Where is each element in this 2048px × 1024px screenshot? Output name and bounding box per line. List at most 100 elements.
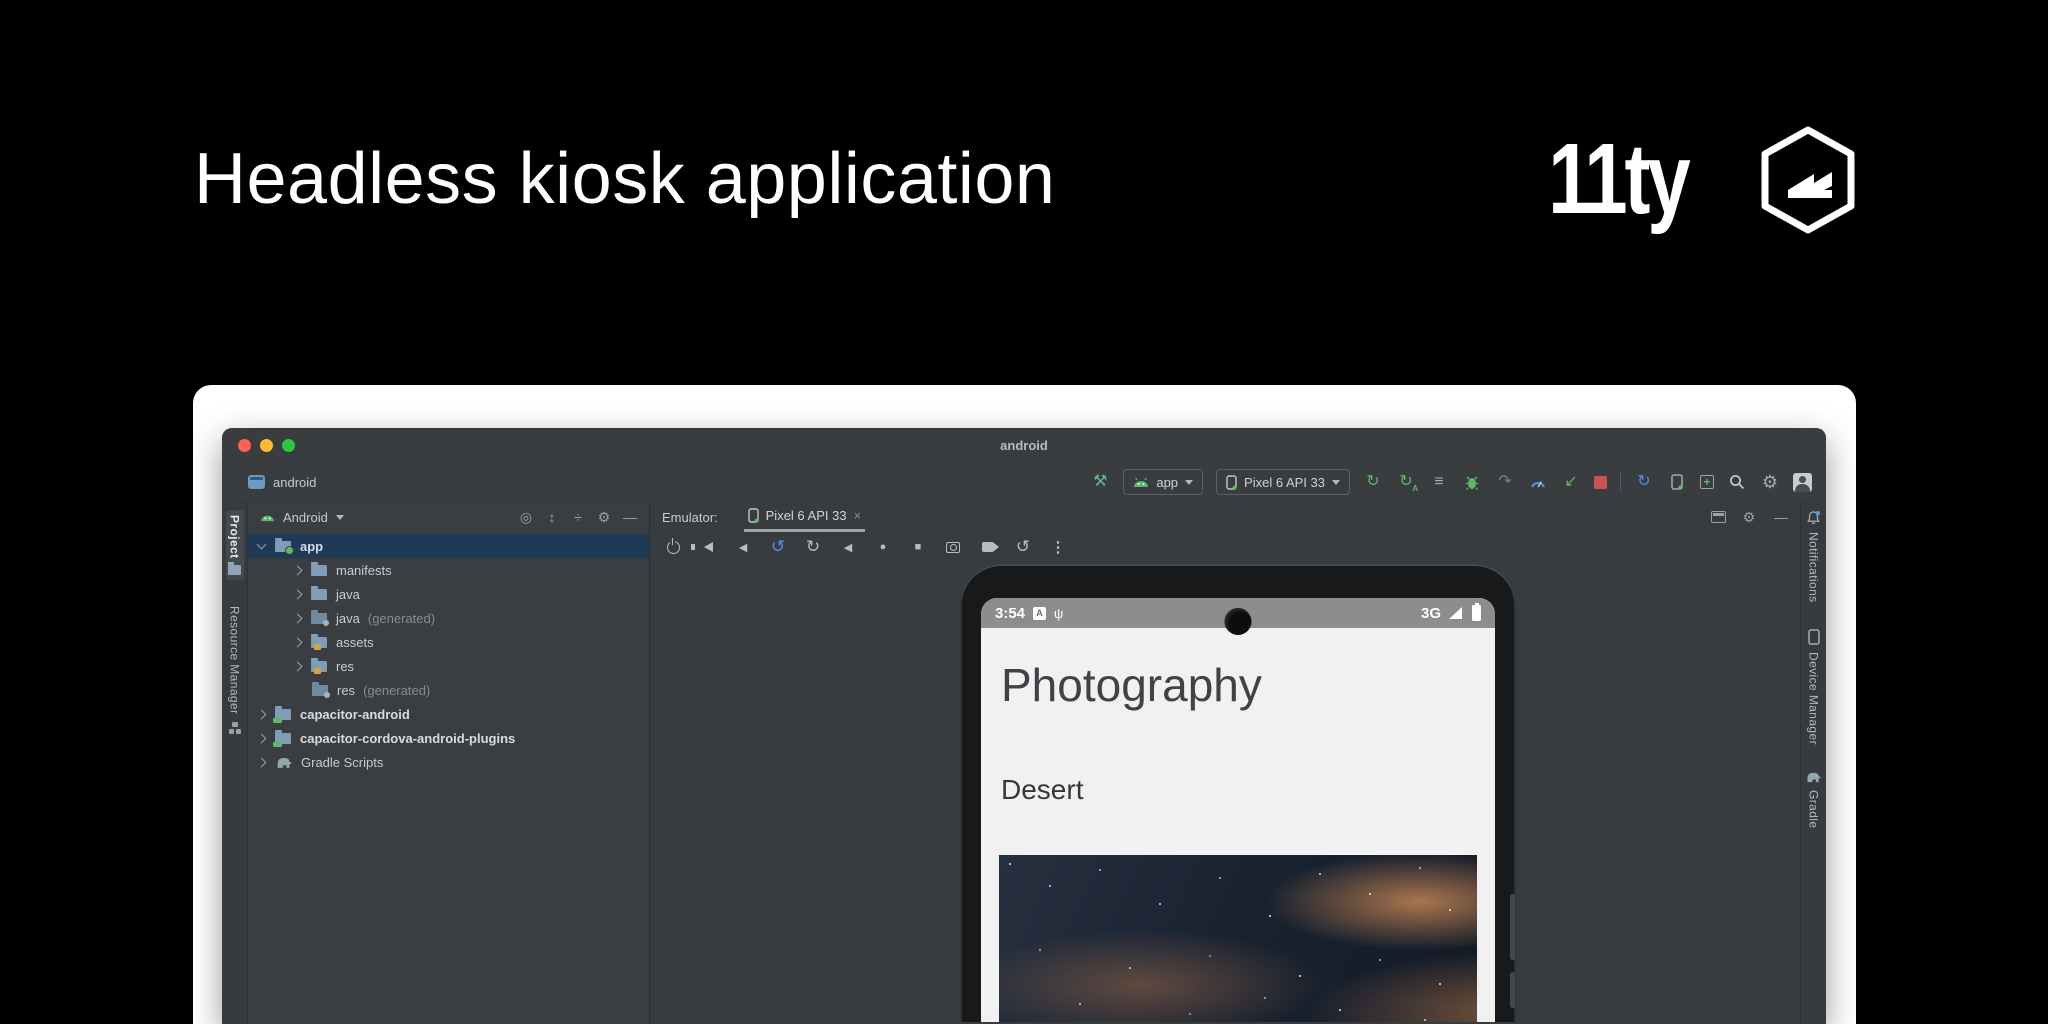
emulator-toolbar: ◄ ↺ ↻ ◀ ● ■ ↺ ⋮ [650,532,1800,562]
desert-night-sky-photo [999,855,1477,1022]
screenshot-icon[interactable] [944,538,962,556]
sync-project-icon[interactable]: ↻ [1634,472,1654,492]
chevron-right-icon[interactable] [293,565,303,575]
rotate-right-icon[interactable]: ↻ [804,538,822,556]
tool-button-device-manager[interactable]: Device Manager [1807,629,1821,745]
sdk-manager-icon[interactable]: + [1700,475,1714,489]
chevron-right-icon[interactable] [257,709,267,719]
chevron-right-icon[interactable] [293,661,303,671]
tree-row-capacitor-android[interactable]: capacitor-android [248,702,649,726]
phone-icon [1808,629,1820,645]
right-tool-strip: Notifications Device Manager Gradle [1800,502,1826,1024]
tree-row-res[interactable]: res [248,654,649,678]
project-panel-header: Android ◎ ↕ ÷ ⚙ — [248,502,649,532]
emulator-viewport: 3:54 A ψ 3G Photography Desert [650,562,1800,1024]
profile-avatar[interactable] [1793,473,1812,492]
notifications-strip-label: Notifications [1807,532,1821,603]
hide-panel-icon[interactable]: — [1772,509,1790,525]
more-icon[interactable]: ⋮ [1049,538,1067,556]
volume-down-icon[interactable]: ◄ [734,538,752,556]
chevron-right-icon[interactable] [257,757,267,767]
back-icon[interactable]: ◀ [839,538,857,556]
tool-button-project[interactable]: Project [226,510,244,580]
emulator-panel-label: Emulator: [662,510,718,525]
profiler-icon[interactable] [1528,472,1548,492]
debug-icon[interactable] [1462,472,1482,492]
volume-up-icon[interactable] [699,538,717,556]
page-title: Headless kiosk application [194,138,1055,220]
snapshots-icon[interactable]: ↺ [1014,538,1032,556]
left-tool-strip: Project Resource Manager [222,502,248,1024]
build-hammer-icon[interactable]: ⚒ [1090,472,1110,492]
apply-code-changes-icon[interactable]: ↙ [1561,472,1581,492]
device-select[interactable]: Pixel 6 API 33 [1216,469,1350,495]
chevron-down-icon[interactable] [336,515,344,520]
settings-icon[interactable]: ⚙ [1760,472,1780,492]
tool-button-notifications[interactable]: Notifications [1806,510,1821,603]
gradle-strip-label: Gradle [1807,790,1821,828]
tree-row-res-generated[interactable]: res (generated) [248,678,649,702]
layout-icon[interactable] [1711,511,1726,523]
close-icon[interactable]: × [854,508,862,523]
project-breadcrumb[interactable]: android [222,475,316,490]
chevron-right-icon[interactable] [293,589,303,599]
project-window-icon [248,475,265,489]
rotate-left-icon[interactable]: ↺ [769,538,787,556]
emulator-panel: Emulator: Pixel 6 API 33 × ⚙ — [650,502,1800,1024]
tree-row-manifests[interactable]: manifests [248,558,649,582]
usb-icon: ψ [1054,606,1063,621]
folder-generated-icon [312,685,328,696]
folder-res-icon [311,661,327,672]
chevron-down-icon[interactable] [257,540,267,550]
hide-panel-icon[interactable]: — [621,509,639,525]
app-section-heading: Desert [1001,774,1495,806]
tree-row-java-generated[interactable]: java (generated) [248,606,649,630]
power-icon[interactable] [664,538,682,556]
tool-button-gradle[interactable]: Gradle [1805,771,1822,828]
run-config-select[interactable]: app [1123,469,1203,495]
tree-row-app[interactable]: app [248,534,649,558]
resource-manager-icon [229,722,241,734]
chevron-right-icon[interactable] [293,613,303,623]
settings-icon[interactable]: ⚙ [1740,509,1758,526]
tool-button-resource-manager[interactable]: Resource Manager [228,606,242,733]
chevron-right-icon[interactable] [257,733,267,743]
search-icon [1729,474,1745,490]
volume-rocker[interactable] [1510,894,1515,960]
phone-icon [1226,475,1237,490]
signal-icon [1449,607,1462,619]
battery-icon [1472,605,1481,621]
attach-debugger-icon[interactable]: ↷ [1495,472,1515,492]
overview-icon[interactable]: ■ [909,538,927,556]
screen-record-icon[interactable] [979,538,997,556]
stop-icon[interactable] [1594,476,1607,489]
search-everywhere-icon[interactable] [1727,472,1747,492]
power-button[interactable] [1510,972,1515,1008]
expand-all-icon[interactable]: ↕ [543,509,561,525]
android-head-icon [260,512,275,522]
device-manager-icon[interactable] [1667,472,1687,492]
folder-icon [228,565,241,575]
chevron-right-icon[interactable] [293,637,303,647]
profile-configurations-icon[interactable]: ≡ [1429,472,1449,492]
project-view-mode[interactable]: Android [283,510,328,525]
settings-icon[interactable]: ⚙ [595,509,613,526]
home-icon[interactable]: ● [874,538,892,556]
pixel6-phone-frame: 3:54 A ψ 3G Photography Desert [960,564,1516,1022]
emulator-tab[interactable]: Pixel 6 API 33 × [744,502,866,532]
hexagon-arrow-icon [1758,124,1858,236]
tree-row-java[interactable]: java [248,582,649,606]
window-titlebar: android [222,428,1826,462]
folder-assets-icon [311,637,327,648]
phone-screen[interactable]: 3:54 A ψ 3G Photography Desert [981,598,1495,1022]
apply-changes-icon[interactable]: ↻A [1396,472,1416,492]
collapse-all-icon[interactable]: ÷ [569,509,587,525]
chevron-down-icon [1185,480,1193,485]
eleventy-wordmark: 11ty [1549,122,1688,237]
tree-row-gradle-scripts[interactable]: Gradle Scripts [248,750,649,774]
project-panel: Android ◎ ↕ ÷ ⚙ — app [248,502,650,1024]
tree-row-assets[interactable]: assets [248,630,649,654]
tree-row-capacitor-cordova-android-plugins[interactable]: capacitor-cordova-android-plugins [248,726,649,750]
run-icon[interactable]: ↻ [1363,472,1383,492]
locate-icon[interactable]: ◎ [517,509,535,526]
